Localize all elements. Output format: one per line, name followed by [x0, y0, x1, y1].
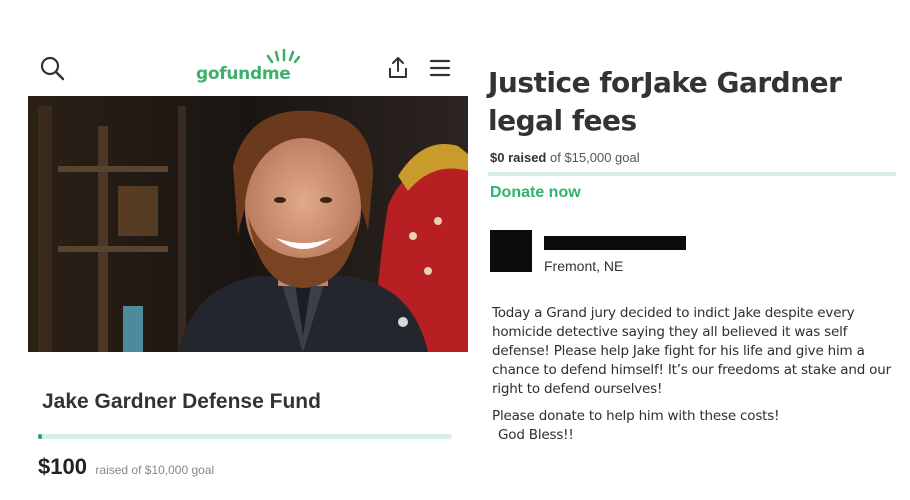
- campaign-story: Today a Grand jury decided to indict Jak…: [492, 304, 900, 453]
- logo-burst-icon: [266, 48, 300, 64]
- left-progress-fill: [38, 434, 43, 439]
- right-campaign-card: Justice forJake Gardner legal fees $0 ra…: [488, 60, 898, 490]
- mobile-top-bar: gofundme: [28, 40, 468, 96]
- donate-now-link[interactable]: Donate now: [490, 184, 581, 202]
- search-icon[interactable]: [38, 54, 66, 82]
- organizer-location: Fremont, NE: [544, 258, 624, 274]
- story-paragraph: Please donate to help him with these cos…: [492, 407, 900, 445]
- logo-text: gofundme: [196, 64, 291, 84]
- right-raised-goal: of $15,000 goal: [546, 150, 640, 165]
- campaign-title: Justice forJake Gardner legal fees: [488, 66, 842, 137]
- right-raised-amount: $0 raised: [490, 150, 547, 165]
- right-raised-summary: $0 raised of $15,000 goal: [490, 150, 640, 165]
- left-raised-amount: $100: [38, 454, 87, 479]
- gofundme-logo[interactable]: gofundme: [196, 48, 306, 88]
- left-progress-bar: [38, 434, 452, 439]
- hamburger-menu-icon[interactable]: [426, 54, 454, 82]
- organizer-avatar[interactable]: [490, 230, 532, 272]
- share-icon[interactable]: [384, 54, 412, 82]
- left-raised-goal: raised of $10,000 goal: [95, 463, 215, 477]
- fund-title: Jake Gardner Defense Fund: [42, 390, 321, 413]
- left-raised-summary: $100 raised of $10,000 goal: [38, 454, 214, 480]
- organizer-info: Fremont, NE: [490, 230, 890, 278]
- organizer-name-redacted: [544, 236, 686, 250]
- left-campaign-card: gofundme Jake Gardner Defense Fund $100 …: [28, 40, 468, 490]
- story-line: God Bless!!: [498, 427, 574, 443]
- campaign-photo: [28, 96, 468, 352]
- story-line: Please donate to help him with these cos…: [492, 408, 780, 424]
- right-progress-bar: [488, 172, 896, 176]
- story-paragraph: Today a Grand jury decided to indict Jak…: [492, 305, 891, 397]
